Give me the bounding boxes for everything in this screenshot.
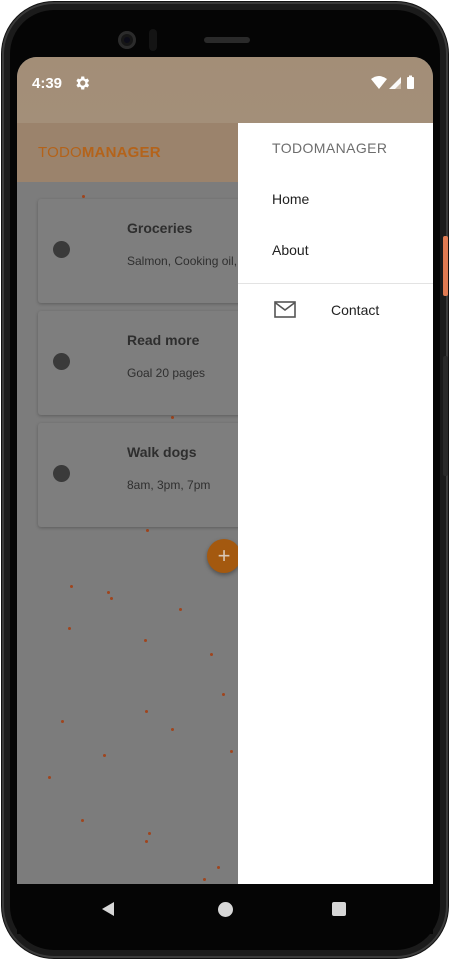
background-dot (148, 832, 151, 835)
background-dot (203, 878, 206, 881)
power-button (443, 236, 448, 296)
drawer-item-contact[interactable]: Contact (331, 302, 379, 318)
battery-icon (407, 77, 414, 89)
proximity-sensor (149, 29, 157, 51)
background-dot (68, 627, 71, 630)
background-dot (179, 608, 182, 611)
status-bar: 4:39 (17, 57, 433, 123)
todo-bullet (53, 465, 70, 482)
drawer-divider (238, 283, 433, 284)
todo-subtitle: 8am, 3pm, 7pm (127, 478, 211, 492)
background-dot (103, 754, 106, 757)
back-triangle-icon[interactable] (100, 901, 116, 917)
todo-subtitle: Goal 20 pages (127, 366, 206, 380)
background-dot (144, 639, 147, 642)
system-nav-bar (17, 884, 433, 934)
navigation-drawer: TODOMANAGER Home About Contact (238, 123, 433, 884)
background-dot (81, 819, 84, 822)
todo-bullet (53, 241, 70, 258)
background-dot (48, 776, 51, 779)
wifi-icon (371, 76, 387, 89)
app-title: TODOMANAGER (38, 144, 161, 161)
home-circle-icon[interactable] (218, 902, 233, 917)
background-dot (107, 591, 110, 594)
todo-title: Groceries (127, 220, 193, 236)
todo-subtitle: Salmon, Cooking oil, F (127, 254, 248, 268)
background-dot (145, 710, 148, 713)
background-dot (70, 585, 73, 588)
background-dot (210, 653, 213, 656)
app-title-todo: TODO (38, 144, 82, 161)
mail-icon (274, 301, 296, 318)
status-time: 4:39 (32, 75, 63, 92)
todo-title: Walk dogs (127, 444, 197, 460)
background-dot (217, 866, 220, 869)
background-dot (82, 195, 85, 198)
front-camera (118, 31, 136, 49)
background-dot (222, 693, 225, 696)
status-icons (371, 75, 414, 89)
background-dot (171, 728, 174, 731)
recents-square-icon[interactable] (332, 902, 346, 916)
drawer-item-about[interactable]: About (272, 242, 309, 258)
earpiece-speaker (204, 37, 250, 43)
gear-icon (76, 76, 90, 90)
drawer-item-home[interactable]: Home (272, 191, 309, 207)
volume-button (443, 356, 448, 476)
background-dot (145, 840, 148, 843)
screen: 4:39 TODOMANAGER Groceries Salmon, Cooki… (17, 57, 433, 884)
background-dot (171, 416, 174, 419)
drawer-header: TODOMANAGER (272, 140, 388, 156)
background-dot (146, 529, 149, 532)
app-title-manager: MANAGER (81, 144, 161, 161)
background-dot (61, 720, 64, 723)
background-dot (230, 750, 233, 753)
todo-bullet (53, 353, 70, 370)
add-todo-button[interactable]: + (207, 539, 241, 573)
background-dot (110, 597, 113, 600)
todo-title: Read more (127, 332, 200, 348)
